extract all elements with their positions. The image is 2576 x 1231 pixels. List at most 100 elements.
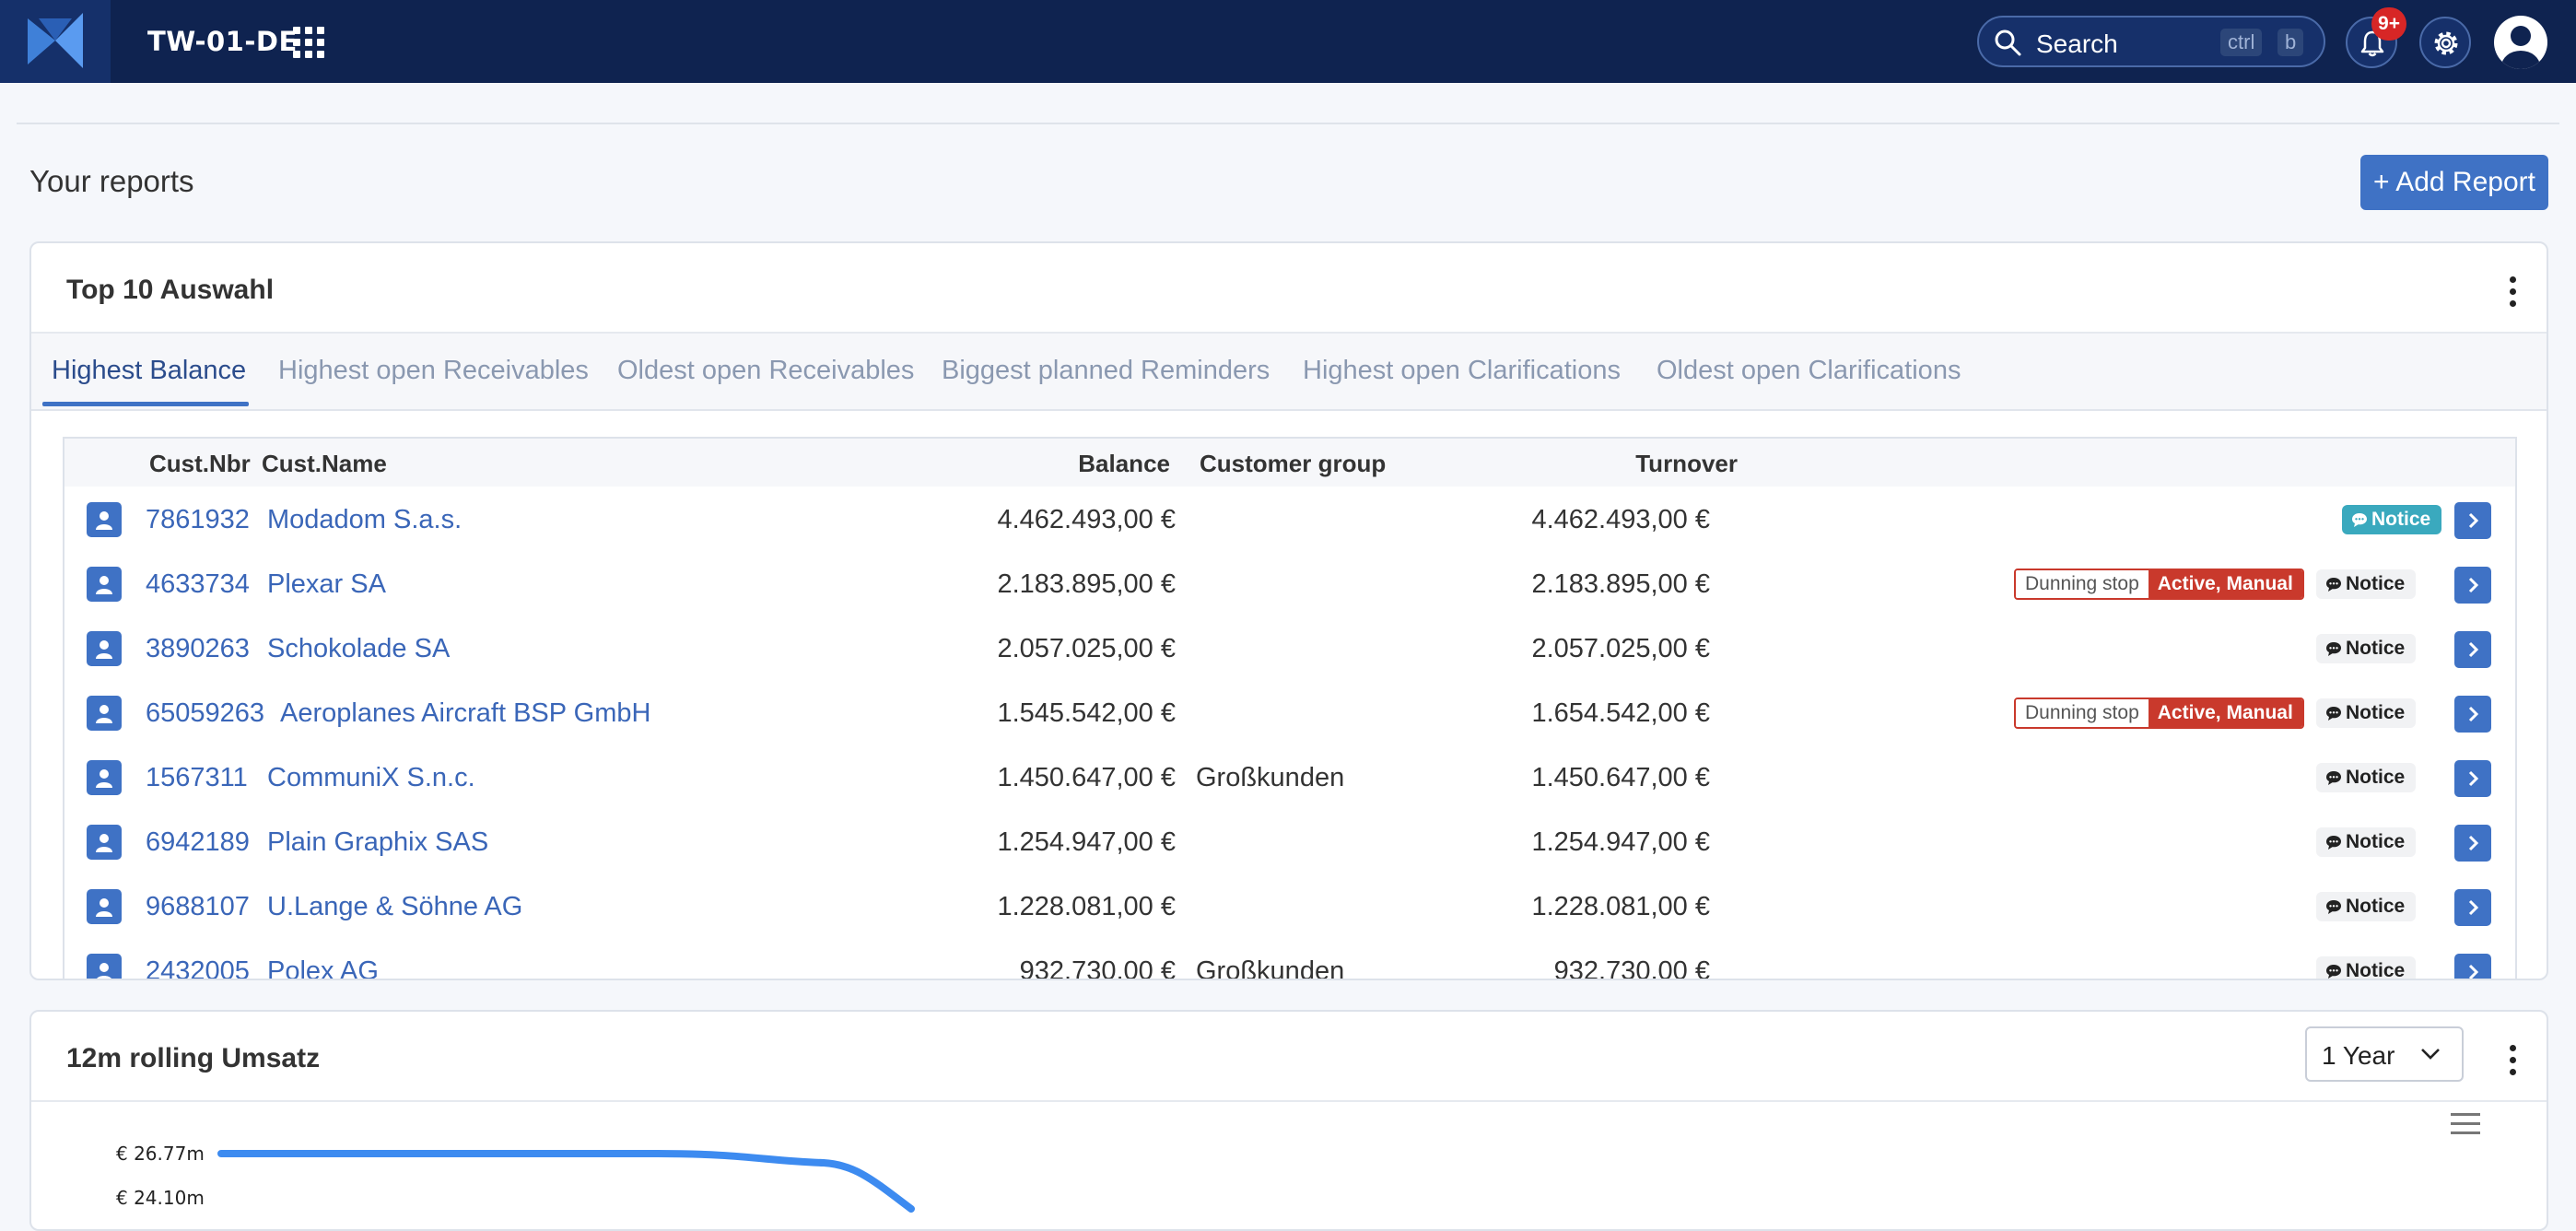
more-options-icon[interactable] <box>2510 276 2517 308</box>
notice-button[interactable]: Notice <box>2316 892 2417 921</box>
customer-type-icon <box>87 825 122 860</box>
notice-button[interactable]: Notice <box>2316 698 2417 728</box>
shortcut-key-ctrl: ctrl <box>2220 29 2263 56</box>
customer-number-link[interactable]: 2432005 <box>146 956 250 979</box>
turnover-value: 1.254.947,00 € <box>1531 827 1710 857</box>
tab-highest-open-receivables[interactable]: Highest open Receivables <box>278 356 589 386</box>
comment-icon <box>2325 960 2346 979</box>
chart-menu-icon[interactable] <box>2451 1113 2482 1137</box>
gear-icon <box>2434 31 2458 55</box>
turnover-value: 1.654.542,00 € <box>1531 698 1710 728</box>
customer-number-link[interactable]: 65059263 <box>146 698 264 729</box>
table-row: 6942189 Plain Graphix SAS 1.254.947,00 € 1.… <box>64 809 2515 875</box>
customer-name-link[interactable]: Aeroplanes Aircraft BSP GmbH <box>280 698 650 729</box>
customer-type-icon <box>87 889 122 924</box>
column-header-turnover[interactable]: Turnover <box>1483 450 1738 478</box>
notice-button[interactable]: Notice <box>2316 763 2417 792</box>
open-customer-button[interactable] <box>2454 825 2491 862</box>
turnover-value: 1.450.647,00 € <box>1531 763 1710 792</box>
notice-button[interactable]: Notice <box>2316 956 2417 980</box>
customer-group-value: Großkunden <box>1196 956 1345 980</box>
turnover-value: 932.730,00 € <box>1553 956 1710 980</box>
settings-button[interactable] <box>2419 17 2471 68</box>
search-label: Search <box>2036 29 2118 58</box>
column-header-customer-group[interactable]: Customer group <box>1200 450 1386 478</box>
customer-name-link[interactable]: CommuniX S.n.c. <box>267 763 475 793</box>
tab-oldest-open-clarifications[interactable]: Oldest open Clarifications <box>1657 356 1961 386</box>
customer-type-icon <box>87 567 122 602</box>
balance-value: 4.462.493,00 € <box>997 505 1176 534</box>
open-customer-button[interactable] <box>2454 502 2491 539</box>
apps-grid-icon[interactable] <box>293 27 326 60</box>
customer-number-link[interactable]: 1567311 <box>146 763 248 793</box>
customer-type-icon <box>87 954 122 979</box>
active-tab-indicator <box>42 402 249 406</box>
dunning-stop-label: Dunning stop <box>2016 570 2149 598</box>
app-logo[interactable] <box>0 0 111 83</box>
period-select[interactable]: 1 Year <box>2305 1026 2464 1082</box>
shortcut-key-b: b <box>2277 29 2304 56</box>
tab-highest-balance[interactable]: Highest Balance <box>52 356 246 386</box>
comment-icon <box>2325 638 2346 659</box>
period-select-value: 1 Year <box>2322 1041 2395 1070</box>
customer-name-link[interactable]: U.Lange & Söhne AG <box>267 892 522 922</box>
dunning-stop-status: Active, Manual <box>2148 699 2302 727</box>
card-title: 12m rolling Umsatz <box>66 1043 321 1073</box>
customer-type-icon <box>87 631 122 666</box>
open-customer-button[interactable] <box>2454 567 2491 604</box>
notice-button[interactable]: Notice <box>2316 569 2417 599</box>
user-menu-button[interactable] <box>2493 15 2548 70</box>
customer-name-link[interactable]: Plexar SA <box>267 569 386 600</box>
revenue-series-line <box>217 1150 915 1213</box>
customer-number-link[interactable]: 6942189 <box>146 827 250 858</box>
table-row: 7861932 Modadom S.a.s. 4.462.493,00 € 4.462… <box>64 487 2515 553</box>
balance-value: 2.183.895,00 € <box>997 569 1176 599</box>
comment-icon <box>2325 896 2346 917</box>
column-header-cust-name[interactable]: Cust.Name <box>262 450 387 478</box>
turnover-value: 4.462.493,00 € <box>1531 505 1710 534</box>
logo-icon <box>28 13 83 68</box>
notice-label: Notice <box>2371 509 2431 530</box>
dunning-stop-label: Dunning stop <box>2016 699 2149 727</box>
notice-label: Notice <box>2346 960 2406 980</box>
column-header-balance[interactable]: Balance <box>986 450 1170 478</box>
tab-oldest-open-receivables[interactable]: Oldest open Receivables <box>617 356 914 386</box>
customer-name-link[interactable]: Polex AG <box>267 956 379 979</box>
comment-icon <box>2325 767 2346 788</box>
notice-button[interactable]: Notice <box>2316 827 2417 857</box>
user-icon <box>2494 16 2547 69</box>
notice-button[interactable]: Notice <box>2342 505 2442 534</box>
open-customer-button[interactable] <box>2454 760 2491 797</box>
customer-number-link[interactable]: 4633734 <box>146 569 250 600</box>
customer-number-link[interactable]: 3890263 <box>146 634 250 664</box>
customer-number-link[interactable]: 7861932 <box>146 505 250 535</box>
notice-label: Notice <box>2346 702 2406 723</box>
customer-name-link[interactable]: Schokolade SA <box>267 634 450 664</box>
top-navigation-bar: TW-01-DE Search ctrl b 9+ <box>0 0 2576 83</box>
rolling-revenue-card: 12m rolling Umsatz 1 Year € 26.77m € 24.… <box>29 1010 2548 1231</box>
open-customer-button[interactable] <box>2454 889 2491 926</box>
comment-icon <box>2325 702 2346 723</box>
tab-highest-open-clarifications[interactable]: Highest open Clarifications <box>1303 356 1621 386</box>
customer-name-link[interactable]: Plain Graphix SAS <box>267 827 488 858</box>
add-report-button[interactable]: + Add Report <box>2360 155 2548 210</box>
dunning-stop-badge: Dunning stop Active, Manual <box>2014 698 2304 729</box>
notice-button[interactable]: Notice <box>2316 634 2417 663</box>
tenant-name[interactable]: TW-01-DE <box>147 26 298 57</box>
customer-number-link[interactable]: 9688107 <box>146 892 250 922</box>
chevron-down-icon <box>2421 1049 2440 1060</box>
more-options-icon[interactable] <box>2510 1045 2517 1076</box>
open-customer-button[interactable] <box>2454 631 2491 668</box>
search-bar[interactable]: Search ctrl b <box>1977 16 2325 67</box>
column-header-cust-nbr[interactable]: Cust.Nbr <box>149 450 251 478</box>
tab-biggest-planned-reminders[interactable]: Biggest planned Reminders <box>942 356 1270 386</box>
customer-type-icon <box>87 760 122 795</box>
comment-icon <box>2351 509 2371 530</box>
customer-table: Cust.Nbr Cust.Name Balance Customer grou… <box>63 437 2517 980</box>
customer-name-link[interactable]: Modadom S.a.s. <box>267 505 462 535</box>
open-customer-button[interactable] <box>2454 696 2491 733</box>
notice-label: Notice <box>2346 638 2406 659</box>
page-title: Your reports <box>29 164 194 198</box>
open-customer-button[interactable] <box>2454 954 2491 979</box>
report-tabs: Highest Balance Highest open Receivables… <box>31 332 2547 411</box>
